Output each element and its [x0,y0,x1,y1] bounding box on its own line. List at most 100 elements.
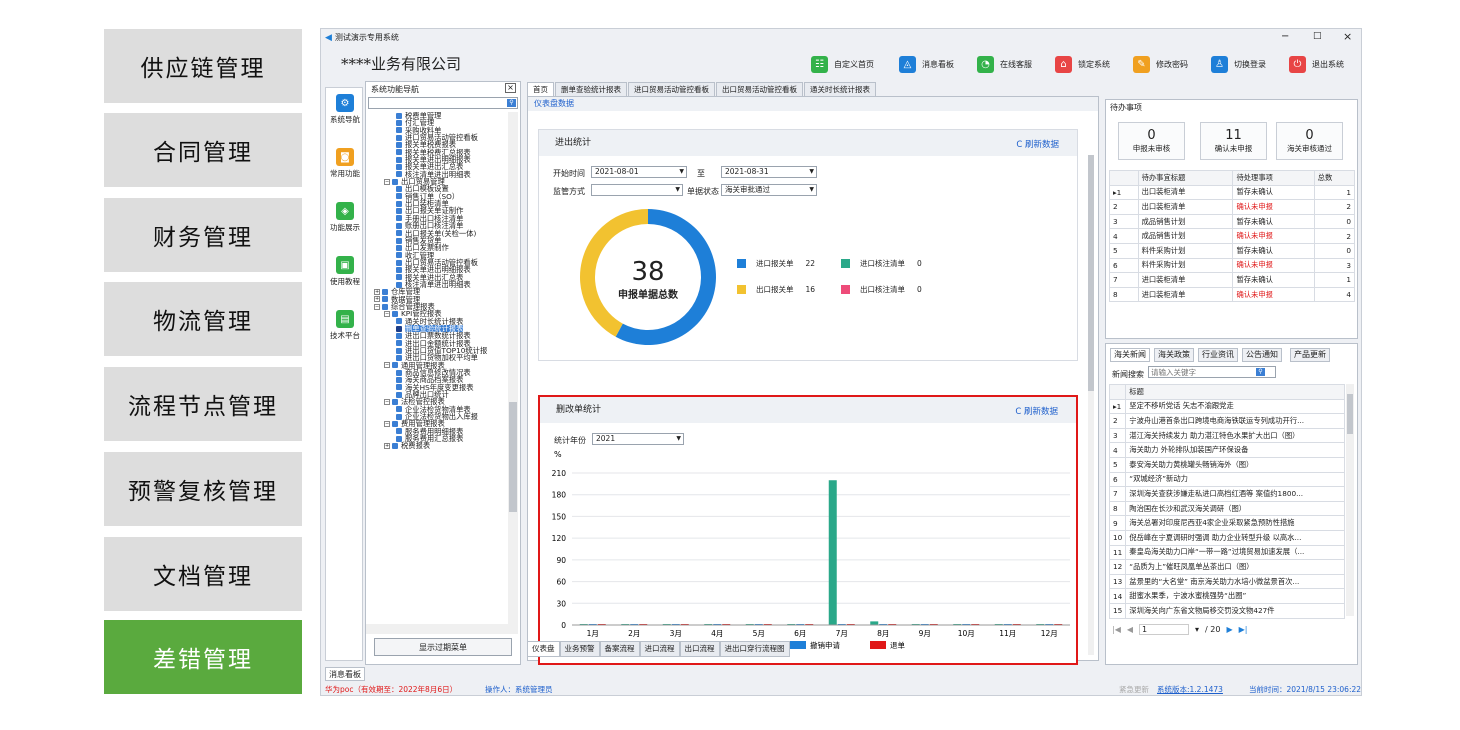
start-date-field[interactable]: 2021-08-01 ▼ [591,166,687,178]
main-menu-item[interactable]: 合同管理 [104,113,302,187]
year-select[interactable]: 2021 ▼ [592,433,684,445]
expand-toggle-icon[interactable]: − [384,399,390,406]
bottom-tab[interactable]: 仪表盘 [527,641,560,657]
news-tab[interactable]: 产品更新 [1290,348,1330,362]
nav-search-input[interactable]: ⚲ [368,97,518,109]
todo-row[interactable]: 6 料件采购计划 确认未申报 3 [1109,257,1356,274]
nav-tree-item[interactable]: 税费单管理 [366,112,508,119]
news-row[interactable]: 13 盆景里的“大名堂” 南京海关助力水培小微盆景首次... [1108,573,1345,590]
expand-toggle-icon[interactable]: + [384,443,390,450]
main-menu-item[interactable]: 物流管理 [104,282,302,356]
page-tab[interactable]: 通关时长统计报表 [804,82,876,96]
modify-refresh-button[interactable]: C 刷新数据 [1015,405,1058,417]
news-row[interactable]: 4 海关助力 外轮排队加装国产环保设备 [1108,442,1345,458]
todo-row[interactable]: 5 料件采购计划 暂存未确认 0 [1109,242,1356,259]
expand-toggle-icon[interactable]: − [384,178,390,185]
search-icon[interactable]: ⚲ [1256,368,1265,376]
todo-row[interactable]: ▸1 出口装柜清单 暂存未确认 1 [1109,184,1356,201]
show-expired-menu-button[interactable]: 显示过期菜单 [374,638,512,656]
close-button[interactable]: × [1343,30,1352,43]
toolbar-button[interactable]: ⌂ 锁定系统 [1055,53,1110,75]
news-row[interactable]: 7 深圳海关查获涉嫌走私进口高档红酒等 案值约1800... [1108,486,1345,502]
message-board-tab[interactable]: 消息看板 [325,667,365,681]
news-tab[interactable]: 海关政策 [1154,348,1194,362]
page-tab[interactable]: 删单查验统计报表 [555,82,627,96]
news-row[interactable]: 9 海关总署对印度尼西亚4家企业采取紧急预防性措施 [1108,515,1345,531]
main-menu-item[interactable]: 供应链管理 [104,29,302,103]
bottom-tab[interactable]: 出口流程 [679,641,720,657]
search-icon[interactable]: ⚲ [507,99,516,107]
todo-row[interactable]: 8 进口装柜清单 确认未申报 4 [1109,286,1356,303]
todo-row[interactable]: 7 进口装柜清单 暂存未确认 1 [1109,272,1356,288]
main-menu-item[interactable]: 流程节点管理 [104,367,302,441]
news-row[interactable]: 3 湛江海关持续发力 助力湛江特色水果扩大出口（图） [1108,427,1345,444]
expand-toggle-icon[interactable]: − [384,421,390,428]
bottom-tab[interactable]: 备案流程 [599,641,640,657]
todo-row[interactable]: 4 成品销售计划 确认未申报 2 [1109,228,1356,244]
bottom-tab[interactable]: 业务预警 [559,641,600,657]
toolbar-button[interactable]: ✎ 修改密码 [1133,53,1188,75]
supervision-select[interactable]: ▼ [591,184,683,196]
nav-tree-item[interactable]: 服务费用汇总报表 [366,435,508,442]
news-row[interactable]: 14 甜蜜水果季，宁波水蜜桃强势“出圈” [1108,588,1345,604]
main-menu-item[interactable]: 预警复核管理 [104,452,302,526]
news-scrollbar[interactable] [1346,384,1354,616]
main-menu-item[interactable]: 文档管理 [104,537,302,611]
todo-counter[interactable]: 0 申报未审核 [1118,122,1185,160]
left-strip-item[interactable]: ◙ 常用功能 [326,148,364,179]
expand-toggle-icon[interactable]: − [374,303,380,310]
news-row[interactable]: 6 “双城经济”新动力 [1108,471,1345,488]
expand-toggle-icon[interactable]: + [374,296,380,303]
toolbar-button[interactable]: ⏻ 退出系统 [1289,53,1344,75]
news-row[interactable]: 15 深圳海关向广东省文物局移交罚没文物427件 [1108,602,1345,619]
news-row[interactable]: 8 陶治国在长沙和武汉海关调研（图） [1108,500,1345,517]
end-date-field[interactable]: 2021-08-31 ▼ [721,166,817,178]
nav-hscrollbar[interactable] [366,624,518,634]
toolbar-button[interactable]: ◔ 在线客服 [977,53,1032,75]
prev-page-icon[interactable]: ◀ [1127,625,1133,634]
expand-toggle-icon[interactable]: − [384,310,390,317]
page-number-field[interactable]: 1 [1139,624,1190,635]
todo-counter[interactable]: 11 确认未申报 [1200,122,1267,160]
left-strip-item[interactable]: ◈ 功能展示 [326,202,364,233]
version-link[interactable]: 系统版本:1.2.1473 [1157,683,1223,695]
left-strip-item[interactable]: ▣ 使用教程 [326,256,364,287]
last-page-icon[interactable]: ▶| [1239,625,1248,634]
main-menu-item[interactable]: 差错管理 [104,620,302,694]
page-tab[interactable]: 首页 [527,82,554,96]
toolbar-button[interactable]: ♙ 切换登录 [1211,53,1266,75]
news-row[interactable]: 5 泰安海关助力黄桃罐头畅销海外（图） [1108,456,1345,473]
toolbar-button[interactable]: ◬ 消息看板 [899,53,954,75]
news-tab[interactable]: 公告通知 [1242,348,1282,362]
page-tab[interactable]: 出口贸易活动管控看板 [716,82,803,96]
toolbar-button[interactable]: ☷ 自定义首页 [811,53,874,75]
news-tab[interactable]: 行业资讯 [1198,348,1238,362]
news-tab[interactable]: 海关新闻 [1110,348,1150,362]
left-strip-item[interactable]: ▤ 技术平台 [326,310,364,341]
nav-tree-item[interactable]: 核注清单进出明细表 [366,281,508,288]
page-dropdown-icon[interactable]: ▾ [1195,625,1199,634]
maximize-button[interactable]: □ [1313,31,1322,41]
nav-tree-item[interactable]: 出口发票制作 [366,244,508,252]
todo-counter[interactable]: 0 海关审核通过 [1276,122,1343,160]
bottom-tab[interactable]: 进出口穿行流程图 [719,641,790,657]
todo-row[interactable]: 3 成品销售计划 暂存未确认 0 [1109,213,1356,230]
left-strip-item[interactable]: ⚙ 系统导航 [326,94,364,125]
page-tab[interactable]: 进口贸易活动管控看板 [628,82,715,96]
main-menu-item[interactable]: 财务管理 [104,198,302,272]
todo-row[interactable]: 2 出口装柜清单 确认未申报 2 [1109,199,1356,215]
first-page-icon[interactable]: |◀ [1112,625,1121,634]
bottom-tab[interactable]: 进口流程 [639,641,680,657]
minimize-button[interactable]: − [1281,31,1289,42]
next-page-icon[interactable]: ▶ [1226,625,1232,634]
urgent-update-link[interactable]: 紧急更新 [1119,683,1149,695]
entry-refresh-button[interactable]: C 刷新数据 [1016,138,1059,150]
nav-close-button[interactable]: × [505,83,516,93]
doc-status-select[interactable]: 海关审批通过 ▼ [721,184,817,196]
nav-tree-item[interactable]: + 数据管理 [366,295,508,303]
dashboard-scrollbar[interactable] [1088,155,1094,655]
news-row[interactable]: 11 秦皇岛海关助力口岸“一带一路”过境贸易加速发展（... [1108,544,1345,561]
expand-toggle-icon[interactable]: − [384,362,390,369]
nav-scrollbar[interactable] [508,112,518,624]
news-row[interactable]: ▸1 坚定不移听党话 矢志不渝跟党走 [1108,398,1345,415]
